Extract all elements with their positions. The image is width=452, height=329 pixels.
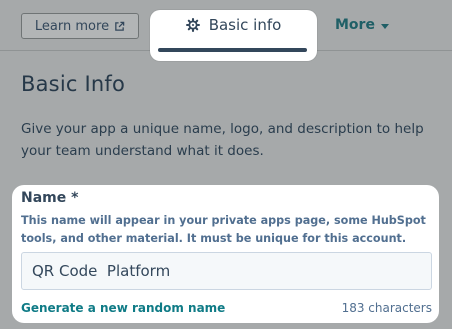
app-name-input[interactable]: QR Code Platform: [21, 252, 432, 290]
name-field-label: Name *: [21, 190, 79, 206]
page-title: Basic Info: [21, 72, 126, 96]
generate-random-name-link[interactable]: Generate a new random name: [21, 301, 225, 315]
name-field-help-text: This name will appear in your private ap…: [21, 214, 426, 245]
page-description: Give your app a unique name, logo, and d…: [21, 121, 424, 159]
name-field-card: Name * This name will appear in your pri…: [12, 185, 439, 323]
tab-basic-info-label: Basic info: [208, 16, 282, 34]
learn-more-button[interactable]: Learn more: [21, 13, 139, 39]
gear-icon: [185, 18, 200, 32]
caret-down-icon: [380, 23, 389, 29]
tab-more[interactable]: More: [335, 17, 389, 33]
tab-more-label: More: [335, 17, 375, 33]
tab-basic-info[interactable]: Basic info: [150, 10, 317, 61]
character-count: 183 characters: [341, 301, 432, 315]
learn-more-label: Learn more: [34, 18, 110, 34]
active-tab-indicator: [158, 48, 307, 52]
external-link-icon: [115, 21, 125, 31]
